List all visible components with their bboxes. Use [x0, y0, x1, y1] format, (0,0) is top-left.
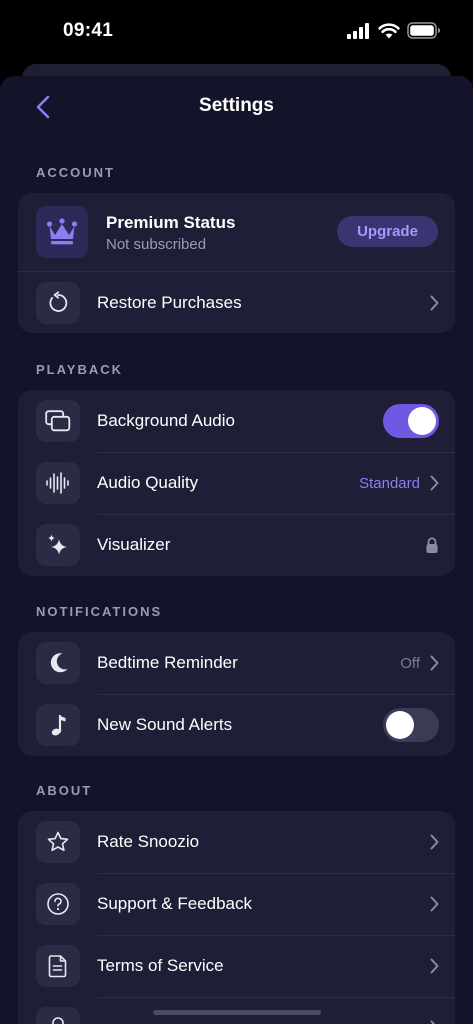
- settings-sheet: Settings ACCOUNT Premium Status Not subs…: [0, 76, 473, 1024]
- sparkles-icon: [36, 524, 80, 566]
- premium-status-row: Premium Status Not subscribed Upgrade: [18, 193, 455, 271]
- status-time: 09:41: [63, 20, 114, 41]
- chevron-right-icon: [430, 295, 439, 311]
- background-audio-toggle[interactable]: [383, 404, 439, 438]
- crown-icon: [36, 206, 88, 258]
- nav-bar: Settings: [0, 76, 473, 136]
- premium-status-subtitle: Not subscribed: [106, 236, 207, 253]
- account-card: Premium Status Not subscribed Upgrade Re…: [18, 193, 455, 333]
- new-sound-alerts-label: New Sound Alerts: [97, 715, 233, 734]
- wifi-icon: [378, 22, 400, 38]
- audio-quality-row[interactable]: Audio Quality Standard: [18, 452, 455, 514]
- new-sound-alerts-row: New Sound Alerts: [18, 694, 455, 756]
- chevron-right-icon: [430, 834, 439, 850]
- chevron-right-icon: [430, 1020, 436, 1024]
- about-card: Rate Snoozio Support & Feedback Terms of…: [18, 811, 455, 1024]
- lock-icon: [426, 536, 438, 553]
- cellular-signal-icon: [347, 22, 369, 39]
- section-label-playback: PLAYBACK: [36, 362, 124, 377]
- home-indicator[interactable]: [153, 1010, 321, 1015]
- restore-purchases-row[interactable]: Restore Purchases: [18, 271, 455, 333]
- premium-status-title: Premium Status: [106, 213, 236, 232]
- upgrade-button[interactable]: Upgrade: [337, 216, 438, 247]
- chevron-right-icon: [430, 896, 439, 912]
- support-feedback-label: Support & Feedback: [97, 894, 252, 913]
- waveform-icon: [36, 462, 80, 504]
- battery-icon: [407, 22, 440, 39]
- new-sound-alerts-toggle[interactable]: [383, 708, 439, 742]
- section-label-account: ACCOUNT: [36, 165, 115, 180]
- document-icon: [36, 945, 80, 987]
- rate-app-label: Rate Snoozio: [97, 832, 200, 851]
- status-bar: 09:41: [0, 0, 473, 62]
- restore-purchases-label: Restore Purchases: [97, 293, 242, 312]
- background-audio-row: Background Audio: [18, 390, 455, 452]
- section-label-notifications: NOTIFICATIONS: [36, 604, 163, 619]
- chevron-right-icon: [430, 655, 439, 671]
- visualizer-row[interactable]: Visualizer: [18, 514, 455, 576]
- question-circle-icon: [36, 883, 80, 925]
- chevron-right-icon: [430, 475, 439, 491]
- privacy-lock-icon: [36, 1007, 80, 1024]
- notifications-card: Bedtime Reminder Off New Sound Alerts: [18, 632, 455, 756]
- page-title: Settings: [199, 95, 274, 116]
- support-feedback-row[interactable]: Support & Feedback: [18, 873, 455, 935]
- screen: 09:41 Settings ACCOUNT Premium Status No…: [0, 0, 473, 1024]
- star-icon: [36, 821, 80, 863]
- bedtime-reminder-label: Bedtime Reminder: [97, 653, 238, 672]
- music-note-icon: [36, 704, 80, 746]
- rate-app-row[interactable]: Rate Snoozio: [18, 811, 455, 873]
- bedtime-reminder-row[interactable]: Bedtime Reminder Off: [18, 632, 455, 694]
- background-windows-icon: [36, 400, 80, 442]
- terms-of-service-label: Terms of Service: [97, 956, 224, 975]
- status-icons: [347, 22, 441, 39]
- terms-of-service-row[interactable]: Terms of Service: [18, 935, 455, 997]
- playback-card: Background Audio Audio Quality Standard …: [18, 390, 455, 576]
- section-label-about: ABOUT: [36, 783, 93, 798]
- moon-icon: [36, 642, 80, 684]
- background-audio-label: Background Audio: [97, 411, 235, 430]
- audio-quality-value: Standard: [359, 474, 420, 492]
- audio-quality-label: Audio Quality: [97, 473, 199, 492]
- chevron-right-icon: [430, 958, 439, 974]
- bedtime-reminder-value: Off: [400, 654, 420, 672]
- visualizer-label: Visualizer: [97, 535, 171, 554]
- restore-icon: [36, 282, 80, 324]
